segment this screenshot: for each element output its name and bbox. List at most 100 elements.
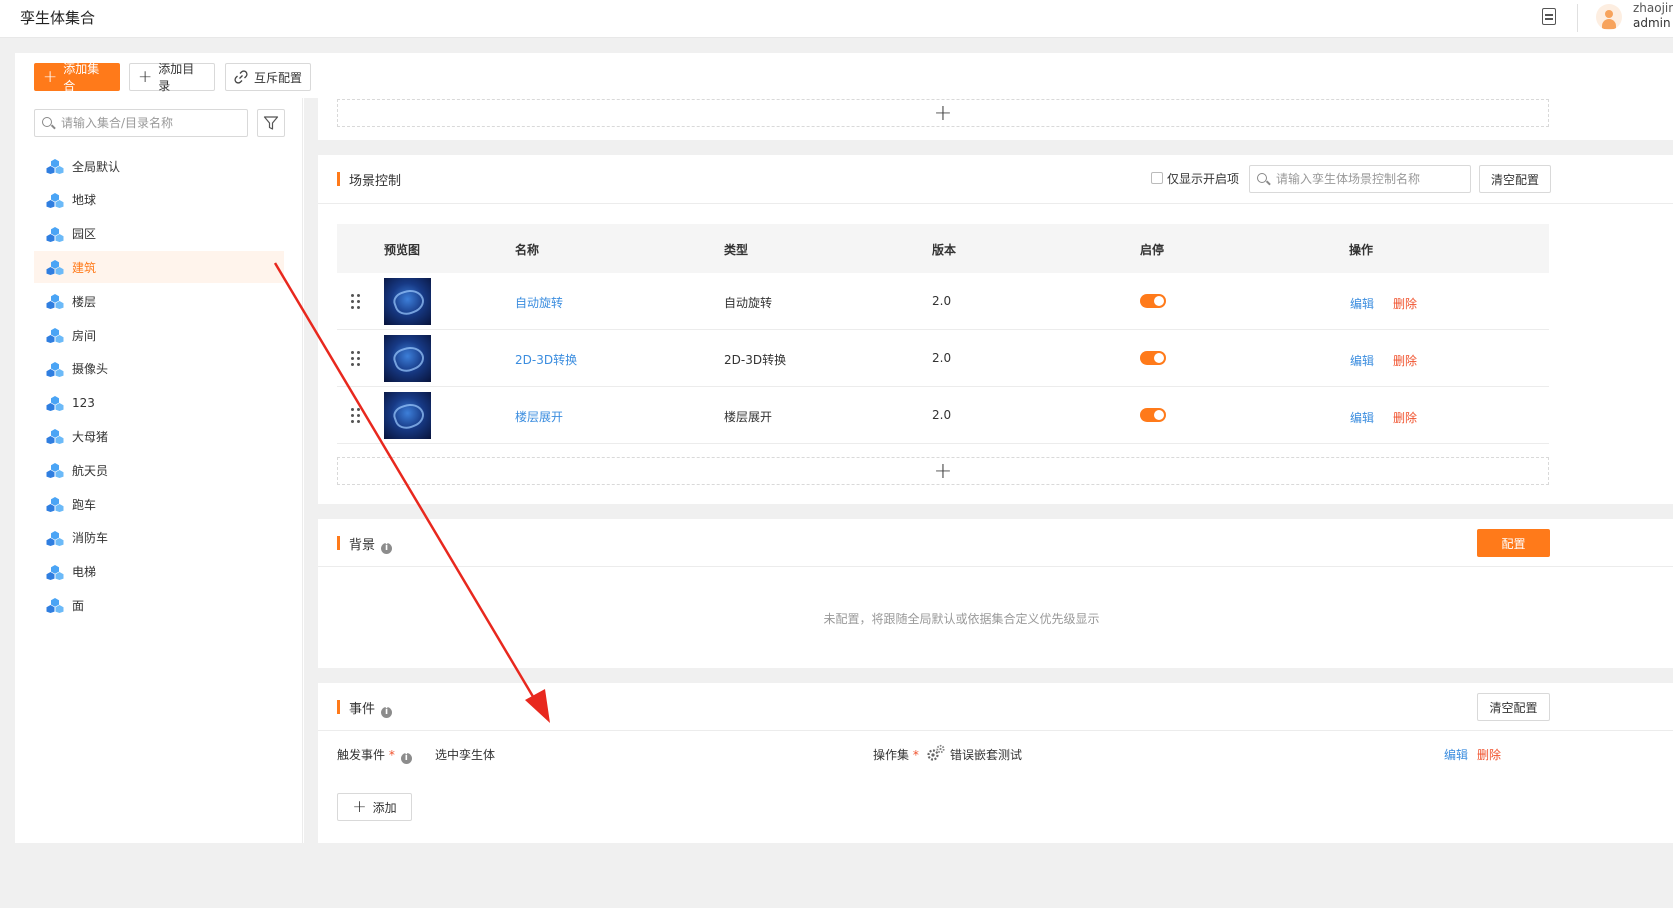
- sidebar-item[interactable]: 大母猪: [34, 420, 284, 452]
- cubes-icon: [46, 226, 64, 242]
- section-divider: [318, 730, 1673, 731]
- page-title: 孪生体集合: [20, 9, 96, 27]
- info-icon[interactable]: i: [381, 707, 393, 718]
- search-icon: [42, 117, 52, 127]
- sidebar-item-label: 面: [72, 598, 85, 613]
- required-mark: *: [909, 748, 919, 762]
- sidebar-item[interactable]: 跑车: [34, 488, 284, 520]
- sidebar-item-label: 123: [72, 395, 95, 410]
- edit-link[interactable]: 编辑: [1350, 352, 1374, 369]
- column-name: 名称: [515, 243, 540, 257]
- delete-link[interactable]: 删除: [1393, 295, 1417, 312]
- enable-toggle[interactable]: [1140, 408, 1166, 422]
- section-gap: [318, 668, 1673, 683]
- table-row: 自动旋转 自动旋转 2.0 编辑 删除: [337, 273, 1549, 330]
- cubes-icon: [46, 428, 64, 445]
- info-icon[interactable]: i: [400, 753, 412, 764]
- preview-thumbnail: [384, 392, 431, 439]
- collection-search-input[interactable]: [61, 114, 241, 132]
- scene-version: 2.0: [932, 351, 952, 365]
- scene-version: 2.0: [932, 294, 952, 308]
- sidebar-item-label: 摄像头: [72, 362, 109, 377]
- user-name[interactable]: zhaojin: [1633, 1, 1673, 15]
- table-row: 楼层展开 楼层展开 2.0 编辑 删除: [337, 387, 1549, 444]
- only-enabled-checkbox[interactable]: [1151, 172, 1163, 184]
- delete-link[interactable]: 删除: [1393, 409, 1417, 426]
- event-delete-link[interactable]: 删除: [1477, 746, 1501, 763]
- scene-version: 2.0: [932, 408, 952, 422]
- edit-link[interactable]: 编辑: [1350, 409, 1374, 426]
- sidebar-item[interactable]: 消防车: [34, 522, 284, 554]
- enable-toggle[interactable]: [1140, 294, 1166, 308]
- trigger-event-label-text: 触发事件: [337, 748, 386, 762]
- add-event-label: 添加: [372, 800, 397, 815]
- mutex-config-button[interactable]: 互斥配置: [225, 63, 311, 91]
- sidebar-item[interactable]: 航天员: [34, 454, 284, 486]
- filter-button[interactable]: [257, 109, 285, 137]
- add-event-button[interactable]: + 添加: [337, 793, 412, 821]
- sidebar-item[interactable]: 123: [34, 387, 284, 419]
- sidebar-item[interactable]: 全局默认: [34, 150, 284, 182]
- sidebar-item[interactable]: 电梯: [34, 556, 284, 588]
- add-row-button[interactable]: +: [337, 99, 1549, 127]
- sidebar-item[interactable]: 园区: [34, 218, 284, 250]
- document-icon[interactable]: [1542, 8, 1556, 25]
- events-section: 事件 i 清空配置 触发事件 * i 选中孪生体 操作集 * 错误嵌套测试 编辑 删…: [318, 683, 1673, 843]
- scene-type: 自动旋转: [724, 296, 773, 310]
- drag-handle-icon[interactable]: [351, 408, 361, 424]
- scene-clear-button[interactable]: 清空配置: [1479, 165, 1551, 193]
- required-mark: *: [385, 748, 395, 762]
- add-scene-row-button[interactable]: +: [337, 457, 1549, 485]
- drag-handle-icon[interactable]: [351, 294, 361, 310]
- cubes-icon: [46, 395, 64, 411]
- events-title: 事件 i: [337, 698, 393, 718]
- enable-toggle[interactable]: [1140, 351, 1166, 365]
- mutex-config-label: 互斥配置: [254, 70, 303, 85]
- preview-thumbnail: [384, 278, 431, 325]
- scene-name-link[interactable]: 2D-3D转换: [515, 351, 577, 368]
- background-config-button[interactable]: 配置: [1477, 529, 1550, 557]
- events-clear-button[interactable]: 清空配置: [1477, 693, 1550, 721]
- collection-search[interactable]: [34, 109, 248, 137]
- user-avatar[interactable]: [1596, 4, 1622, 30]
- cubes-icon: [46, 462, 64, 479]
- column-version: 版本: [932, 243, 957, 257]
- cubes-icon: [46, 293, 64, 310]
- sidebar-item[interactable]: 摄像头: [34, 353, 284, 385]
- scene-control-title: 场景控制: [337, 170, 401, 189]
- cubes-icon: [46, 564, 64, 580]
- table-row: 2D-3D转换 2D-3D转换 2.0 编辑 删除: [337, 330, 1549, 387]
- scene-name-link[interactable]: 楼层展开: [515, 408, 563, 425]
- scene-search-input[interactable]: [1276, 170, 1466, 188]
- scene-search[interactable]: [1249, 165, 1471, 193]
- edit-link[interactable]: 编辑: [1350, 295, 1374, 312]
- event-edit-link[interactable]: 编辑: [1444, 746, 1468, 763]
- scene-type: 楼层展开: [724, 410, 773, 424]
- only-enabled-label: 仅显示开启项: [1167, 172, 1240, 186]
- sidebar-item[interactable]: 建筑: [34, 251, 284, 284]
- search-icon: [1257, 173, 1267, 183]
- sidebar-item[interactable]: 地球: [34, 184, 284, 216]
- drag-handle-icon[interactable]: [351, 351, 361, 367]
- section-divider: [318, 203, 1673, 204]
- add-directory-button[interactable]: + 添加目录: [129, 62, 215, 93]
- sidebar-item[interactable]: 面: [34, 589, 284, 621]
- add-collection-button[interactable]: + 添加集合: [34, 62, 120, 93]
- delete-link[interactable]: 删除: [1393, 352, 1417, 369]
- background-empty-text: 未配置，将跟随全局默认或依据集合定义优先级显示: [823, 612, 1100, 626]
- scene-name-link[interactable]: 自动旋转: [515, 294, 563, 311]
- sidebar-item-label: 大母猪: [72, 429, 109, 444]
- sidebar-item[interactable]: 房间: [34, 319, 284, 351]
- trigger-event-value: 选中孪生体: [435, 748, 496, 762]
- add-directory-label: 添加目录: [158, 62, 195, 93]
- action-set-label-text: 操作集: [873, 748, 910, 762]
- gears-icon: [927, 744, 945, 761]
- info-icon[interactable]: i: [381, 543, 393, 554]
- scene-control-section: 场景控制 仅显示开启项 清空配置 预览图 名称 类型 版本 启停 操作 自动旋转…: [318, 155, 1673, 504]
- top-bar: 孪生体集合 zhaojin admin: [0, 0, 1673, 38]
- sidebar-item-label: 楼层: [72, 294, 97, 309]
- action-set-value: 错误嵌套测试: [950, 748, 1023, 762]
- sidebar-item[interactable]: 楼层: [34, 285, 284, 317]
- header-divider: [1577, 4, 1578, 32]
- sidebar-item-label: 电梯: [72, 565, 97, 580]
